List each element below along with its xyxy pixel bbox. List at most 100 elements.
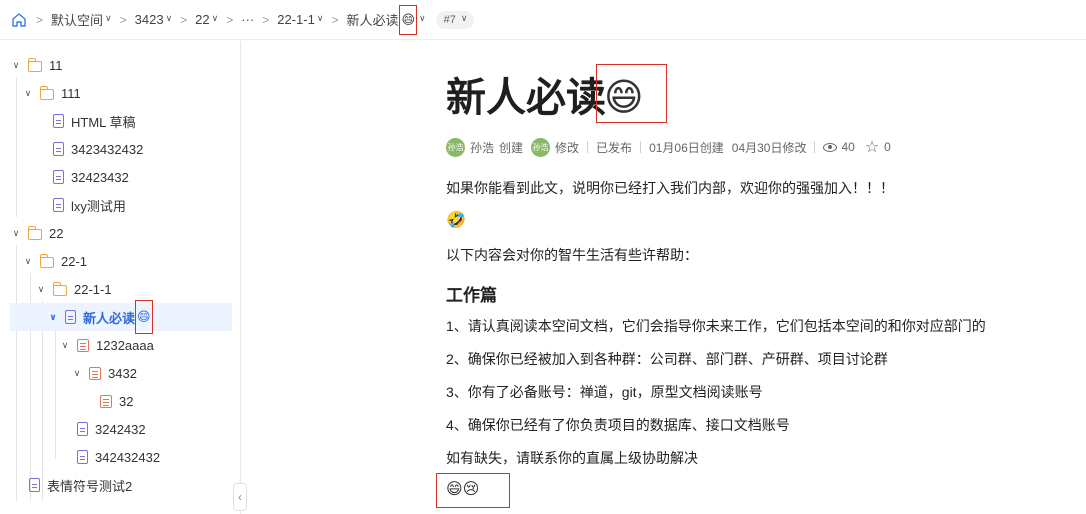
breadcrumb-item-22-1-1[interactable]: 22-1-1 ∨ bbox=[277, 12, 323, 27]
chevron-down-icon[interactable]: ∨ bbox=[22, 256, 34, 267]
paragraph: 以下内容会对你的智牛生活有些许帮助： bbox=[446, 247, 698, 263]
chevron-down-icon: ∨ bbox=[460, 13, 468, 23]
breadcrumb-label: 新人必读 bbox=[346, 13, 399, 28]
breadcrumb-current[interactable]: 新人必读 😄 ∨ bbox=[346, 4, 426, 35]
breadcrumb-item-3423[interactable]: 3423 ∨ bbox=[135, 12, 173, 27]
tree-item-label: 342432432 bbox=[95, 449, 161, 465]
tree-item-11[interactable]: ∨ 11 bbox=[10, 51, 63, 79]
tree-item-22[interactable]: ∨ 22 bbox=[10, 219, 63, 247]
chevron-down-icon[interactable]: ∨ bbox=[22, 88, 34, 99]
document-icon bbox=[77, 422, 88, 436]
breadcrumb: > 默认空间 ∨ > 3423 ∨ > 22 ∨ > ··· > 22-1-1 ∨ > … bbox=[0, 0, 1086, 40]
tree-item-22-1[interactable]: ∨ 22-1 bbox=[22, 247, 87, 275]
avatar[interactable]: 孙浩 bbox=[531, 137, 551, 157]
status-badge: 已发布 bbox=[596, 140, 633, 155]
tree-item-32423432[interactable]: 32423432 bbox=[53, 163, 129, 191]
eye-icon bbox=[823, 142, 838, 152]
breadcrumb-ellipsis[interactable]: ··· bbox=[241, 12, 254, 27]
tree-item-newcomer-guide[interactable]: ∨ 新人必读 😄 bbox=[10, 300, 232, 334]
view-count: 40 bbox=[841, 140, 855, 154]
divider bbox=[814, 141, 816, 153]
version-badge[interactable]: #7 ∨ bbox=[435, 10, 475, 29]
tree-item-label: 22-1-1 bbox=[74, 281, 112, 297]
created-date: 01月06日创建 bbox=[649, 140, 724, 155]
tree-item-label: 3432 bbox=[108, 365, 137, 381]
document-icon bbox=[29, 478, 40, 492]
document-icon bbox=[65, 310, 76, 324]
tree-item-1232aaaa[interactable]: ∨ 1232aaaa bbox=[59, 331, 154, 359]
tree-item-emoji: 😄 bbox=[135, 300, 153, 334]
tree-item-lxy[interactable]: lxy测试用 bbox=[53, 191, 126, 219]
breadcrumb-label: 22-1-1 bbox=[277, 12, 315, 27]
breadcrumb-space[interactable]: 默认空间 ∨ bbox=[51, 10, 112, 29]
document-icon bbox=[53, 170, 64, 184]
tree-item-label: 22 bbox=[49, 225, 64, 241]
breadcrumb-separator: > bbox=[180, 12, 188, 27]
chevron-down-icon: ∨ bbox=[316, 13, 324, 23]
sidebar-collapse-button[interactable]: ‹ bbox=[233, 483, 247, 511]
paragraph-emoji: 🤣 bbox=[446, 212, 466, 229]
doc-meta: 孙浩 孙浩 创建 孙浩 修改 已发布 01月06日创建 04月30日修改 40 … bbox=[446, 137, 891, 157]
tree-item-3242432[interactable]: 3242432 bbox=[77, 415, 146, 443]
document-icon bbox=[53, 198, 64, 212]
document-icon bbox=[53, 114, 64, 128]
tree-item-3432[interactable]: ∨ 3432 bbox=[71, 359, 137, 387]
folder-icon bbox=[27, 57, 42, 72]
tree-item-label: 22-1 bbox=[61, 253, 88, 269]
tree-item-label: 1232aaaa bbox=[96, 337, 154, 353]
tree-item-342432432[interactable]: 342432432 bbox=[77, 443, 160, 471]
tree-guide-line bbox=[55, 329, 56, 459]
breadcrumb-label: 默认空间 bbox=[51, 13, 104, 28]
sidebar-tree: ∨ 11 ∨ 111 HTML 草稿 3423432432 32423432 l… bbox=[0, 41, 241, 514]
document-icon bbox=[77, 450, 88, 464]
author-name[interactable]: 孙浩 bbox=[470, 139, 494, 156]
tree-item-label: 表情符号测试2 bbox=[47, 478, 133, 494]
created-label: 创建 bbox=[499, 140, 524, 155]
document-icon bbox=[53, 142, 64, 156]
chevron-down-icon: ∨ bbox=[419, 13, 426, 23]
tree-item-emoji-test-2[interactable]: 表情符号测试2 bbox=[29, 471, 132, 499]
table-icon bbox=[89, 366, 101, 380]
chevron-down-icon[interactable]: ∨ bbox=[71, 368, 83, 379]
divider bbox=[587, 141, 589, 153]
star-icon[interactable]: ☆ bbox=[865, 137, 879, 157]
home-icon[interactable] bbox=[10, 11, 28, 29]
tree-item-label: 32 bbox=[119, 393, 134, 409]
tree-item-label: 11 bbox=[49, 57, 63, 73]
divider bbox=[640, 141, 642, 153]
tree-item-label: HTML 草稿 bbox=[71, 114, 136, 130]
tree-item-111[interactable]: ∨ 111 bbox=[22, 79, 81, 107]
breadcrumb-separator: > bbox=[119, 12, 127, 27]
page-title: 新人必读 bbox=[446, 76, 606, 120]
chevron-down-icon: ∨ bbox=[105, 13, 112, 23]
chevron-down-icon[interactable]: ∨ bbox=[35, 284, 47, 295]
tree-item-32[interactable]: 32 bbox=[100, 387, 133, 415]
avatar[interactable]: 孙浩 bbox=[446, 137, 465, 157]
chevron-down-icon[interactable]: ∨ bbox=[10, 60, 22, 71]
breadcrumb-separator: > bbox=[331, 12, 339, 27]
paragraph: 如有缺失，请联系你的直属上级协助解决 bbox=[446, 450, 698, 466]
folder-icon bbox=[27, 225, 42, 240]
list-item: 2、确保你已经被加入到各种群：公司群、部门群、产研群、项目讨论群 bbox=[446, 351, 888, 367]
chevron-down-icon[interactable]: ∨ bbox=[59, 340, 71, 351]
chevron-down-icon[interactable]: ∨ bbox=[10, 228, 22, 239]
modified-date: 04月30日修改 bbox=[731, 140, 807, 155]
chevron-down-icon[interactable]: ∨ bbox=[47, 312, 59, 323]
paragraph: 如果你能看到此文，说明你已经打入我们内部，欢迎你的强强加入！！！ bbox=[446, 180, 894, 196]
tree-item-22-1-1[interactable]: ∨ 22-1-1 bbox=[35, 275, 112, 303]
list-item: 3、你有了必备账号：禅道，git，原型文档阅读账号 bbox=[446, 384, 763, 400]
table-icon bbox=[100, 394, 112, 408]
breadcrumb-separator: > bbox=[36, 12, 44, 27]
emoji-line: 😄😢 bbox=[446, 481, 480, 498]
tree-item-3423432432[interactable]: 3423432432 bbox=[53, 135, 143, 163]
tree-item-label: 111 bbox=[61, 85, 81, 101]
chevron-down-icon: ∨ bbox=[165, 13, 173, 23]
chevron-left-icon: ‹ bbox=[238, 490, 242, 504]
tree-guide-line bbox=[16, 245, 17, 501]
tree-item-label: 3242432 bbox=[95, 421, 146, 437]
tree-item-label: 32423432 bbox=[71, 169, 129, 185]
breadcrumb-label: 22 bbox=[195, 12, 210, 27]
tree-item-html-draft[interactable]: HTML 草稿 bbox=[53, 107, 136, 135]
version-label: #7 bbox=[443, 13, 456, 26]
breadcrumb-item-22[interactable]: 22 ∨ bbox=[195, 12, 218, 27]
